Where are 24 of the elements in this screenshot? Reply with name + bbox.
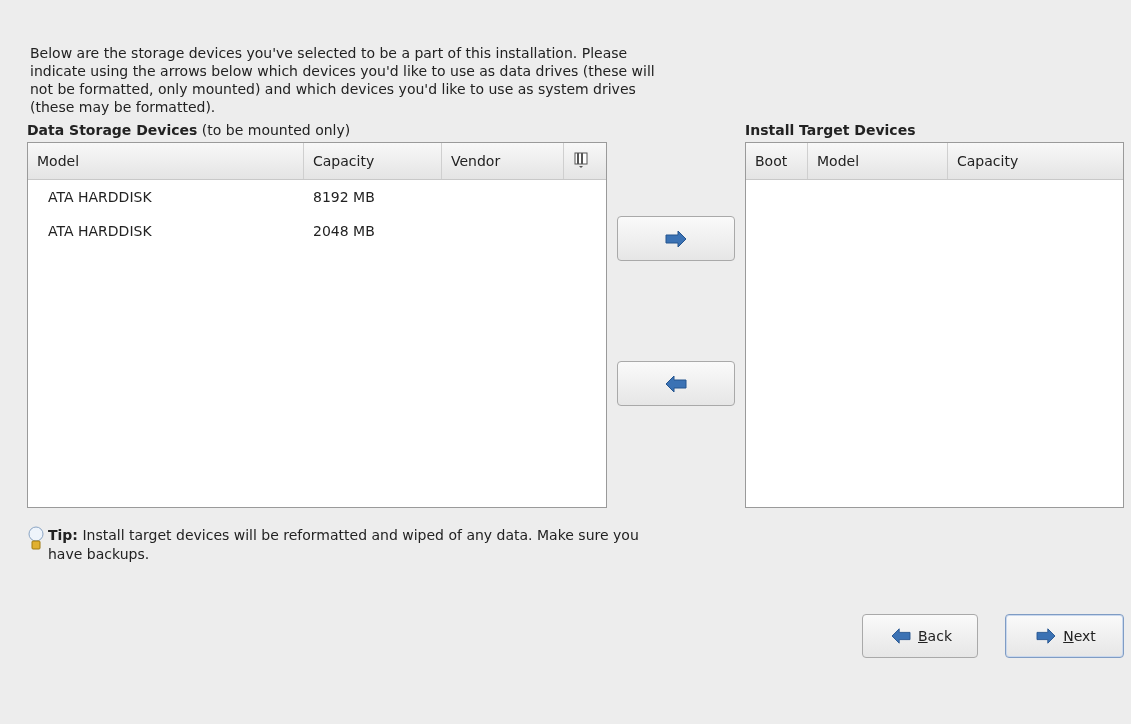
move-right-button[interactable] xyxy=(617,216,736,261)
next-button[interactable]: Next xyxy=(1005,614,1124,658)
table-cell-text: ATA HARDDISK xyxy=(47,189,153,205)
column-header[interactable]: Model xyxy=(808,143,948,179)
column-header[interactable]: Model xyxy=(28,143,304,179)
right-arrow-icon xyxy=(664,228,689,249)
table-row[interactable]: ATA HARDDISK 2048 MB xyxy=(28,214,607,248)
instructions-text: Below are the storage devices you've selected to be a part of this installation. Please indicate using the arrows below which devices you'd like to use as data drives (these will not be formatted, only mounted) and which devices you'd like to use as system drives (these may be formatted). xyxy=(30,44,656,116)
column-header[interactable]: Boot xyxy=(746,143,808,179)
column-header[interactable]: Capacity xyxy=(304,143,442,179)
column-chooser-icon[interactable] xyxy=(574,151,588,169)
column-header[interactable]: Capacity xyxy=(948,143,1123,179)
table-row[interactable]: ATA HARDDISK 8192 MB xyxy=(28,180,607,214)
back-button[interactable]: Back xyxy=(862,614,978,658)
tip-text: Tip: Install target devices will be reformatted and wiped of any data. Make sure you have backups. xyxy=(48,526,639,564)
move-left-button[interactable] xyxy=(617,361,736,406)
section-title: Install Target Devices xyxy=(745,122,917,140)
column-header[interactable]: Vendor xyxy=(442,143,564,179)
table-cell-text: 2048 MB xyxy=(312,223,376,239)
table-cell-text: 8192 MB xyxy=(312,189,376,205)
section-title: Data Storage Devices (to be mounted only) xyxy=(27,122,352,140)
left-arrow-icon xyxy=(664,373,689,394)
table-cell-text: ATA HARDDISK xyxy=(47,223,153,239)
lightbulb-icon xyxy=(27,526,45,552)
